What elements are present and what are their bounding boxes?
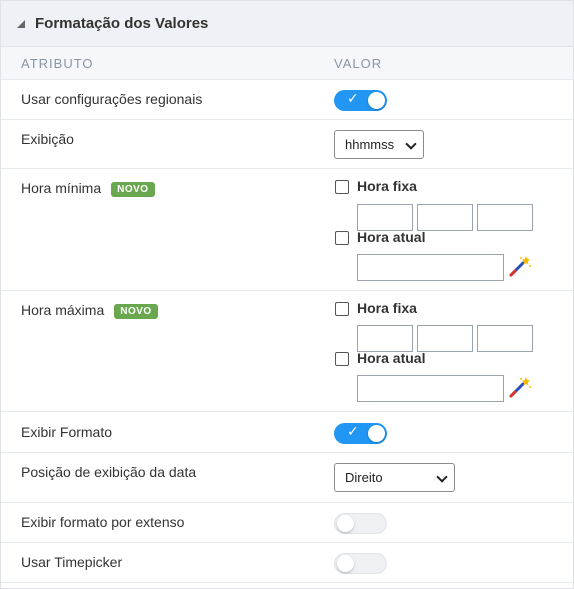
column-headers: ATRIBUTO VALOR [1, 47, 573, 80]
max-time-label: Hora máxima [21, 302, 105, 318]
select-value: Direito [345, 470, 383, 485]
new-badge: NOVO [111, 182, 155, 197]
max-current-time-checkbox[interactable] [335, 352, 349, 366]
attribute-label: Exibir formato por extenso [21, 514, 185, 530]
panel-title: Formatação dos Valores [35, 15, 209, 32]
toggle-knob [368, 92, 385, 109]
formatting-panel: Formatação dos Valores ATRIBUTO VALOR Us… [0, 0, 574, 589]
row-min-time: Hora mínima NOVO Hora fixa Hora atual [1, 169, 573, 291]
extended-format-toggle[interactable] [334, 513, 387, 534]
column-header-value: VALOR [334, 56, 383, 71]
min-current-time-label: Hora atual [357, 229, 426, 245]
row-regional-settings: Usar configurações regionais ✓ [1, 80, 573, 120]
row-timepicker: Usar Timepicker [1, 543, 573, 583]
select-value: hhmmss [345, 137, 395, 152]
max-current-time-label: Hora atual [357, 350, 426, 366]
chevron-down-icon [405, 138, 417, 150]
max-minute-input[interactable] [417, 325, 473, 352]
toggle-knob [368, 425, 385, 442]
check-icon: ✓ [347, 91, 359, 107]
magic-wand-icon[interactable] [508, 375, 532, 399]
timepicker-toggle[interactable] [334, 553, 387, 574]
display-format-select[interactable]: hhmmss [334, 130, 424, 159]
min-minute-input[interactable] [417, 204, 473, 231]
max-second-input[interactable] [477, 325, 533, 352]
row-show-format: Exibir Formato ✓ [1, 412, 573, 453]
magic-wand-icon[interactable] [508, 254, 532, 278]
toggle-knob [337, 515, 354, 532]
date-position-select[interactable]: Direito [334, 463, 455, 492]
row-extended-format: Exibir formato por extenso [1, 503, 573, 543]
max-fixed-time-checkbox[interactable] [335, 302, 349, 316]
column-header-attribute: ATRIBUTO [21, 56, 94, 71]
attribute-label: Posição de exibição da data [21, 464, 197, 480]
min-hour-input[interactable] [357, 204, 413, 231]
min-time-label: Hora mínima [21, 180, 102, 196]
chevron-down-icon [436, 471, 448, 483]
row-date-position: Posição de exibição da data Direito [1, 453, 573, 503]
collapse-triangle-icon[interactable] [17, 19, 25, 28]
toggle-knob [337, 555, 354, 572]
attribute-label: Hora máxima NOVO [21, 302, 158, 319]
show-format-toggle[interactable]: ✓ [334, 423, 387, 444]
new-badge: NOVO [114, 304, 158, 319]
min-current-time-input[interactable] [357, 254, 504, 281]
min-second-input[interactable] [477, 204, 533, 231]
panel-header[interactable]: Formatação dos Valores [1, 1, 573, 47]
attribute-label: Exibição [21, 131, 74, 147]
max-current-time-input[interactable] [357, 375, 504, 402]
max-fixed-time-label: Hora fixa [357, 300, 417, 316]
attribute-label: Usar configurações regionais [21, 91, 203, 107]
regional-settings-toggle[interactable]: ✓ [334, 90, 387, 111]
max-hour-input[interactable] [357, 325, 413, 352]
row-max-time: Hora máxima NOVO Hora fixa Hora atual [1, 291, 573, 412]
min-fixed-time-checkbox[interactable] [335, 180, 349, 194]
check-icon: ✓ [347, 424, 359, 440]
min-current-time-checkbox[interactable] [335, 231, 349, 245]
attribute-label: Usar Timepicker [21, 554, 123, 570]
min-fixed-time-label: Hora fixa [357, 178, 417, 194]
row-display: Exibição hhmmss [1, 120, 573, 169]
attribute-label: Hora mínima NOVO [21, 180, 155, 197]
attribute-label: Exibir Formato [21, 424, 113, 440]
